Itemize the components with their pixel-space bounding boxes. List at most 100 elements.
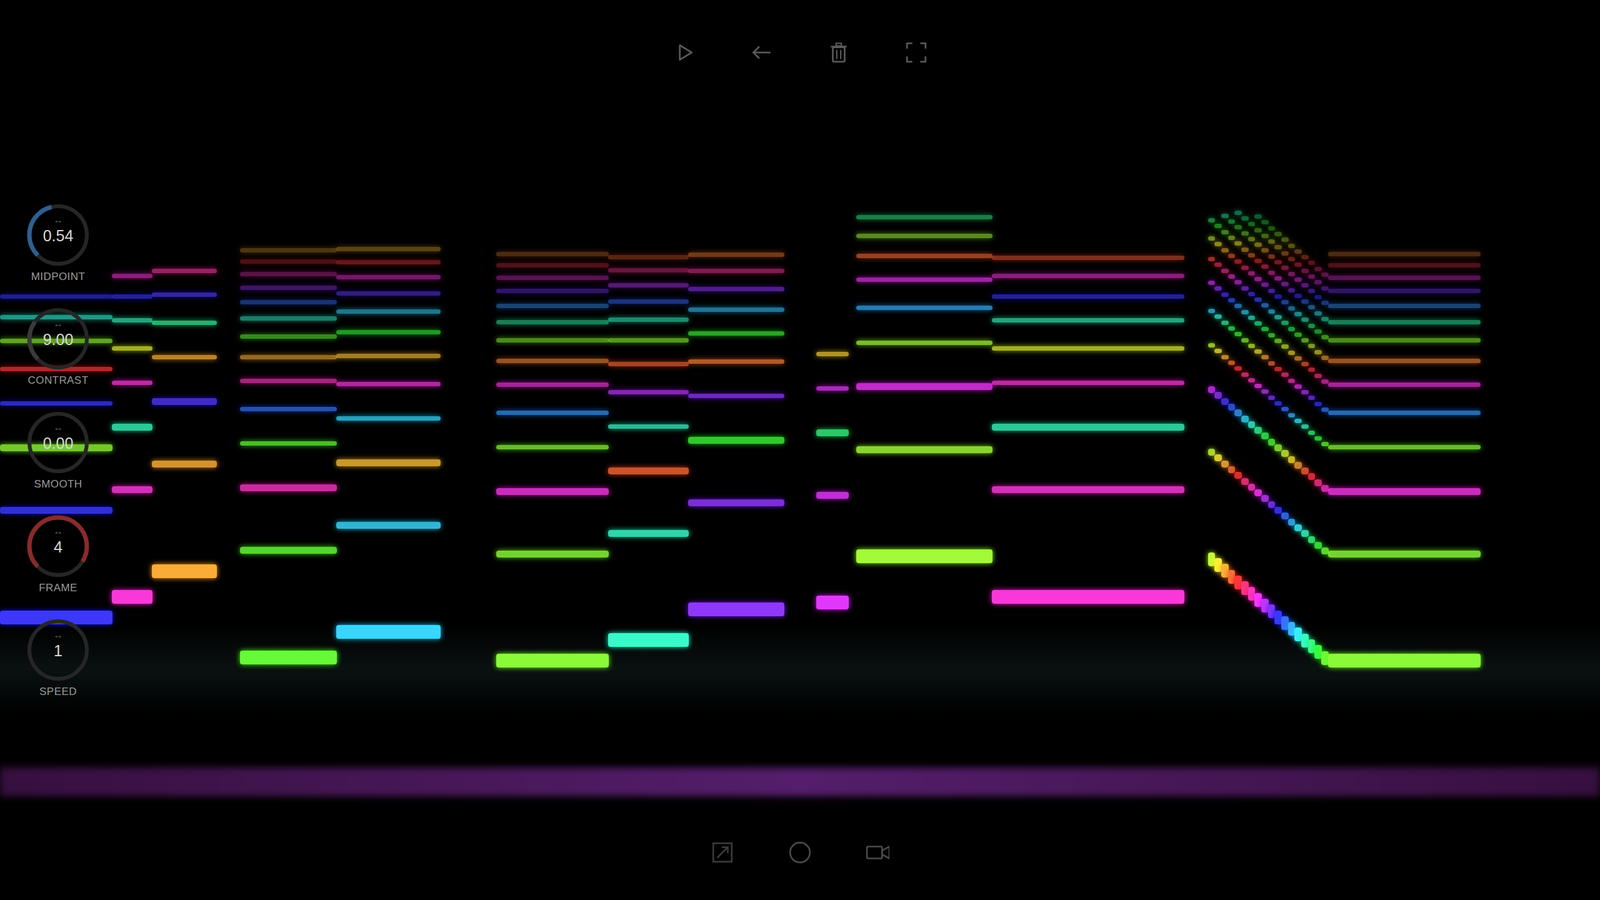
harmonic-line xyxy=(1294,418,1302,424)
note xyxy=(0,0,1600,900)
knob[interactable]: ↔0.00SMOOTH xyxy=(25,409,92,491)
bottom-bar xyxy=(0,837,1600,868)
harmonic-line xyxy=(240,546,337,554)
harmonic-line xyxy=(1221,230,1229,235)
harmonic-line xyxy=(1268,501,1276,509)
harmonic-line xyxy=(240,271,337,277)
harmonic-line xyxy=(1328,653,1481,668)
harmonic-line xyxy=(1281,251,1289,256)
harmonic-line xyxy=(991,273,1185,279)
back-button[interactable] xyxy=(746,37,777,68)
harmonic-line xyxy=(336,275,441,280)
harmonic-line xyxy=(111,346,153,351)
harmonic-line xyxy=(0,506,113,514)
harmonic-line xyxy=(1248,271,1256,276)
harmonic-line xyxy=(1254,214,1262,219)
harmonic-line xyxy=(0,401,113,406)
harmonic-line xyxy=(1321,441,1329,447)
record-button[interactable] xyxy=(785,837,815,868)
harmonic-line xyxy=(1281,512,1289,520)
knob-dial[interactable]: ↔1 xyxy=(25,616,92,684)
harmonic-line xyxy=(1234,225,1242,230)
harmonic-line xyxy=(1214,314,1222,319)
knob-dial[interactable]: ↔0.00 xyxy=(25,409,92,476)
harmonic-line xyxy=(1288,326,1296,332)
knob[interactable]: ↔0.54MIDPOINT xyxy=(25,201,92,284)
harmonic-line xyxy=(608,361,689,367)
knob-label: FRAME xyxy=(38,581,78,595)
harmonic-line xyxy=(1261,264,1269,269)
harmonic-line xyxy=(1214,223,1222,229)
knob-dial[interactable]: ↔0.54 xyxy=(25,201,92,269)
harmonic-line xyxy=(1228,326,1236,331)
harmonic-line xyxy=(1328,410,1481,415)
harmonic-line xyxy=(1314,266,1322,272)
harmonic-line xyxy=(336,416,441,421)
harmonic-line xyxy=(1281,281,1289,287)
harmonic-line xyxy=(688,286,785,292)
harmonic-line xyxy=(1248,483,1256,491)
knob[interactable]: ↔4FRAME xyxy=(25,513,92,595)
knob-dial[interactable]: ↔4 xyxy=(25,513,92,580)
harmonic-line xyxy=(1281,406,1289,412)
share-button[interactable] xyxy=(707,837,738,868)
harmonic-line xyxy=(1261,389,1269,394)
harmonic-line xyxy=(1234,409,1242,417)
harmonic-line xyxy=(1261,303,1269,308)
fullscreen-button[interactable] xyxy=(901,37,932,68)
harmonic-line xyxy=(1261,326,1269,332)
play-icon xyxy=(671,40,696,65)
harmonic-line xyxy=(151,355,217,360)
harmonic-line xyxy=(1241,286,1249,291)
harmonic-line xyxy=(1268,395,1276,400)
harmonic-line xyxy=(1228,466,1236,474)
trash-icon xyxy=(826,40,851,65)
harmonic-line xyxy=(1248,291,1256,297)
note xyxy=(0,0,1600,900)
harmonic-line xyxy=(1228,274,1236,279)
harmonic-line xyxy=(1294,524,1302,532)
harmonic-line xyxy=(1254,228,1262,233)
harmonic-line xyxy=(240,355,337,360)
harmonic-line xyxy=(1221,292,1229,297)
harmonic-line xyxy=(1261,495,1269,502)
knob[interactable]: ↔1SPEED xyxy=(25,616,92,699)
harmonic-line xyxy=(1234,331,1242,337)
harmonic-line xyxy=(688,268,785,274)
harmonic-line xyxy=(1268,361,1276,366)
harmonic-line xyxy=(1248,315,1256,320)
harmonic-line xyxy=(856,340,994,345)
harmonic-line xyxy=(111,294,153,299)
harmonic-line xyxy=(111,423,153,431)
harmonic-line xyxy=(496,653,609,668)
knob-fill xyxy=(25,305,92,372)
harmonic-line xyxy=(1234,303,1242,309)
harmonic-line xyxy=(1208,448,1216,456)
harmonic-line xyxy=(688,393,785,399)
harmonic-line xyxy=(1228,219,1236,224)
knob[interactable]: ↔9.00CONTRAST xyxy=(25,305,92,387)
harmonic-line xyxy=(991,294,1185,299)
harmonic-line xyxy=(1294,249,1302,254)
play-button[interactable] xyxy=(668,37,699,68)
harmonic-line xyxy=(1234,471,1242,479)
harmonic-line xyxy=(816,429,849,437)
harmonic-line xyxy=(1308,395,1316,400)
harmonic-line xyxy=(1234,241,1242,246)
harmonic-line xyxy=(1294,262,1302,267)
camera-button[interactable] xyxy=(862,837,893,868)
harmonic-line xyxy=(496,445,609,450)
harmonic-line xyxy=(111,380,153,385)
harmonic-line xyxy=(1314,436,1322,441)
knob-dial[interactable]: ↔9.00 xyxy=(25,305,92,372)
harmonic-line xyxy=(1254,426,1262,434)
harmonic-line xyxy=(1321,379,1329,384)
harmonic-line xyxy=(1261,282,1269,287)
harmonic-line xyxy=(1314,329,1322,334)
note xyxy=(0,0,1600,900)
delete-button[interactable] xyxy=(823,37,854,68)
harmonic-line xyxy=(151,398,217,405)
harmonic-line xyxy=(496,382,609,387)
knob-fill xyxy=(25,409,92,476)
harmonic-line xyxy=(1308,473,1316,480)
